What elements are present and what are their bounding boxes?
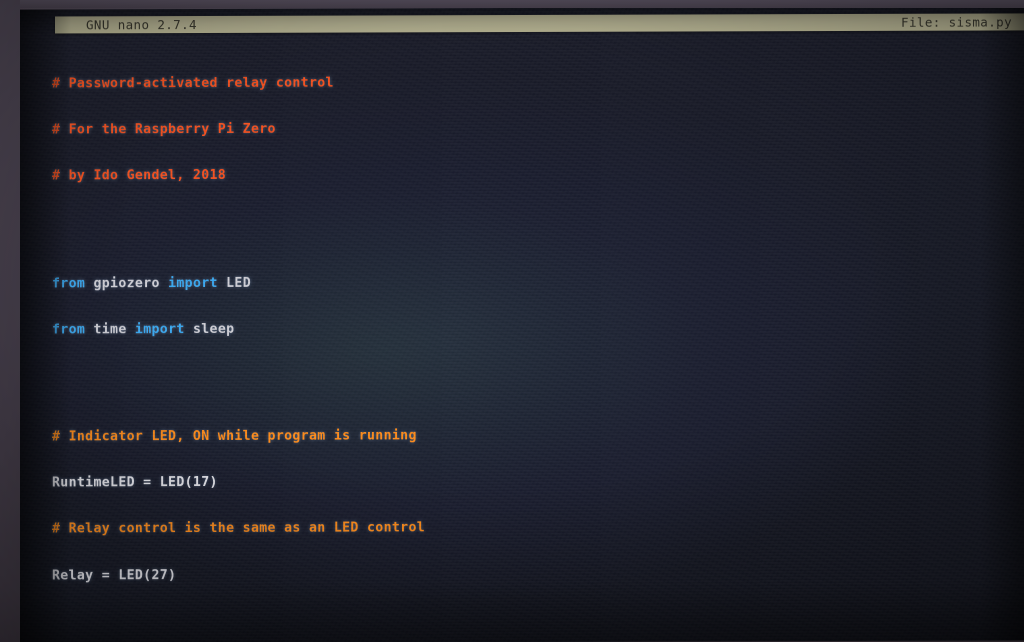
screen-edge-right [980,6,1024,641]
code-token-comment: # Indicator LED, ON while program is run… [52,428,417,445]
code-line: from time import sleep [52,321,433,338]
code-line: RuntimeLED = LED(17) [52,475,433,492]
nano-file-label: File: sisma.py [901,14,1012,30]
code-line: # Indicator LED, ON while program is run… [52,429,433,446]
code-token-keyword-from: from [52,275,86,292]
code-line: from gpiozero import LED [52,275,433,292]
code-token-comment: # by Ido Gendel, 2018 [52,167,227,184]
code-token-comment: # Password-activated relay control [52,75,334,92]
code-line: # For the Raspberry Pi Zero [52,121,433,138]
code-token-module: time [85,321,135,338]
code-token-symbol: LED [217,275,251,291]
code-token-module: gpiozero [85,275,169,291]
code-token-statement: RuntimeLED = LED(17) [52,475,218,491]
code-token-keyword-from: from [52,322,86,338]
nano-title-bar: GNU nano 2.7.4 File: sisma.py [55,13,1024,34]
monitor-bezel-top [0,0,1024,8]
editor-buffer[interactable]: # Password-activated relay control # For… [52,44,433,642]
monitor-bezel-left [0,0,20,642]
nano-version-label: GNU nano 2.7.4 [86,17,197,33]
terminal-screen: GNU nano 2.7.4 File: sisma.py # Password… [19,6,1024,642]
code-token-keyword-import: import [134,321,185,337]
code-token-comment: # For the Raspberry Pi Zero [52,121,276,138]
code-line: # by Ido Gendel, 2018 [52,167,433,184]
code-token-comment: # Relay control is the same as an LED co… [52,520,426,537]
code-token-symbol: sleep [184,321,235,337]
monitor-photo: GNU nano 2.7.4 File: sisma.py # Password… [0,0,1024,642]
code-line: # Relay control is the same as an LED co… [52,521,433,538]
code-line: Relay = LED(27) [52,567,433,584]
code-line: # Password-activated relay control [52,75,433,92]
code-token-statement: Relay = LED(27) [52,567,177,584]
code-token-keyword-import: import [168,275,218,291]
